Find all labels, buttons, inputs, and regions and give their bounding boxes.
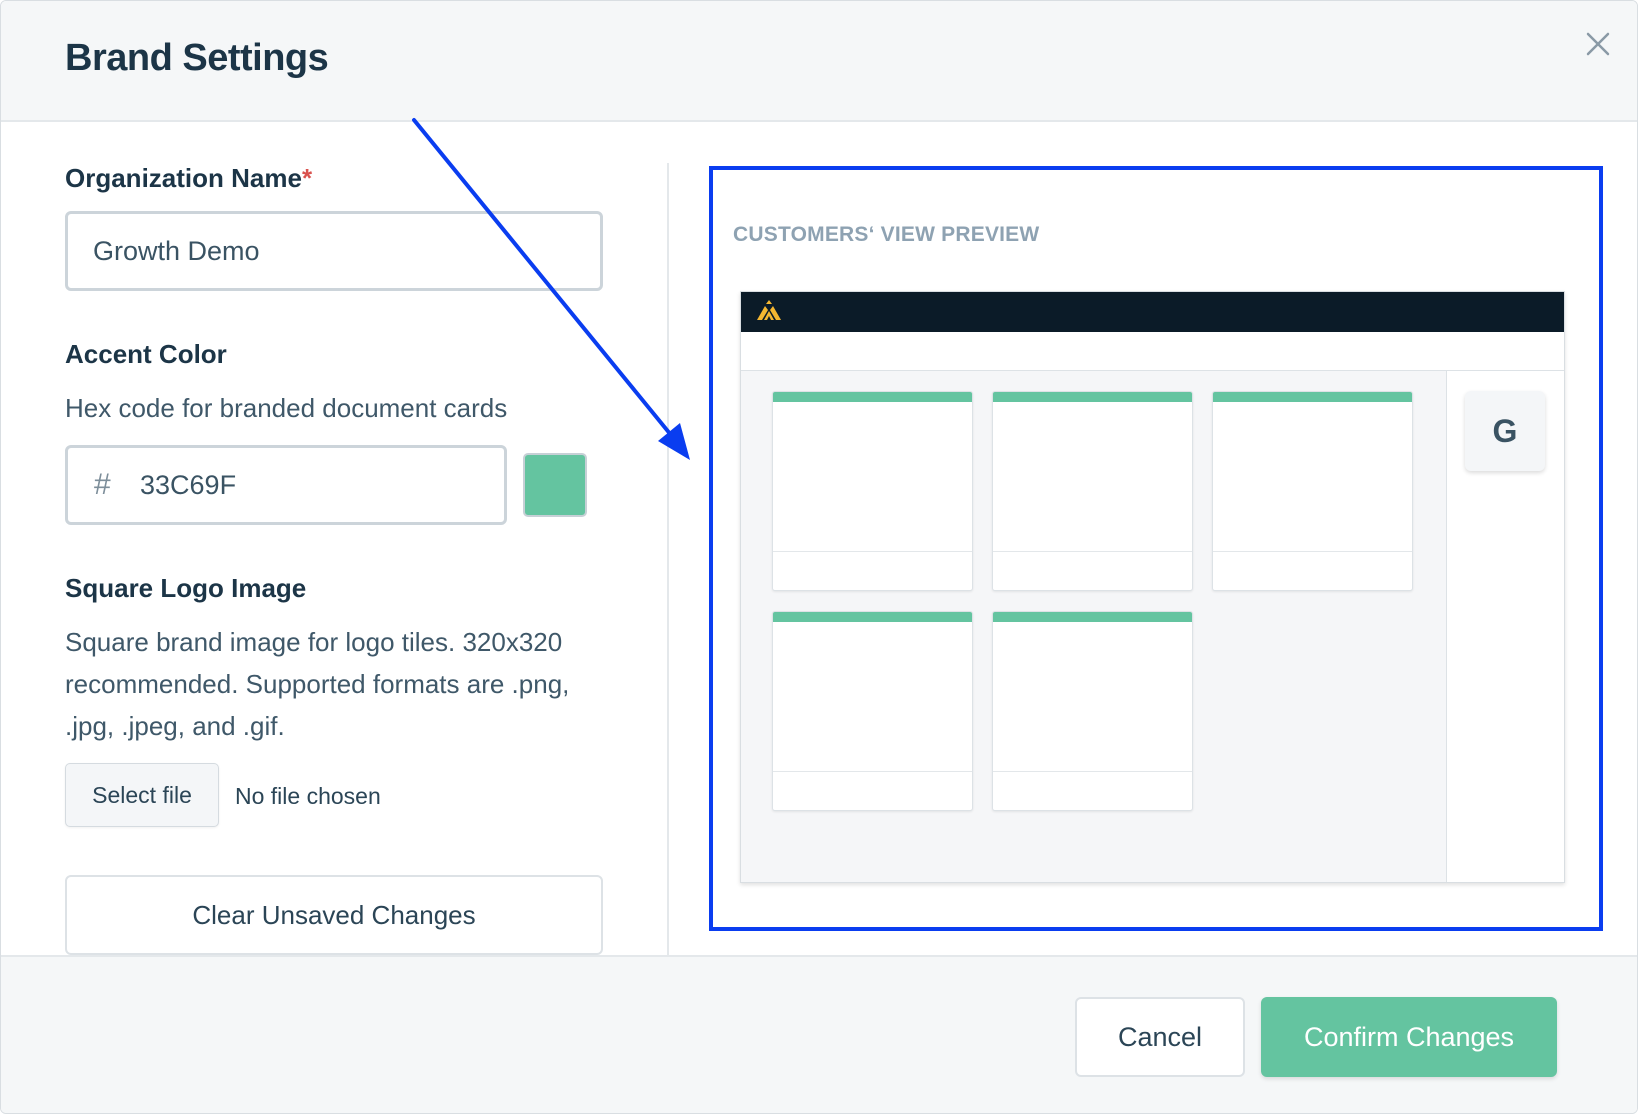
accent-color-helper: Hex code for branded document cards <box>65 393 508 423</box>
preview-document-card <box>772 611 973 811</box>
card-footer <box>993 551 1192 590</box>
accent-color-input[interactable]: # 33C69F <box>65 445 507 525</box>
confirm-changes-button[interactable]: Confirm Changes <box>1261 997 1557 1077</box>
accent-color-value: 33C69F <box>140 470 237 500</box>
card-footer <box>773 771 972 810</box>
card-accent-bar <box>773 392 972 402</box>
close-icon[interactable] <box>1583 29 1613 59</box>
select-file-button[interactable]: Select file <box>65 763 219 827</box>
card-accent-bar <box>993 392 1192 402</box>
preview-document-card <box>992 391 1193 591</box>
preview-subbar <box>741 332 1564 371</box>
clear-unsaved-changes-button[interactable]: Clear Unsaved Changes <box>65 875 603 955</box>
card-accent-bar <box>1213 392 1412 402</box>
avatar: G <box>1465 391 1545 471</box>
card-accent-bar <box>773 612 972 622</box>
brand-settings-modal: Brand Settings Organization Name* Growth… <box>0 0 1638 1114</box>
preview-document-card <box>772 391 973 591</box>
card-footer <box>1213 551 1412 590</box>
required-mark: * <box>301 163 313 193</box>
accent-color-swatch[interactable] <box>523 453 587 517</box>
preview-document-card <box>1212 391 1413 591</box>
modal-footer: Cancel Confirm Changes <box>1 955 1637 1113</box>
accent-color-label: Accent Color <box>65 339 227 369</box>
org-name-value: Growth Demo <box>93 236 260 266</box>
org-name-input[interactable]: Growth Demo <box>65 211 603 291</box>
card-footer <box>773 551 972 590</box>
hash-prefix: # <box>94 468 111 501</box>
org-name-label: Organization Name* <box>65 163 313 193</box>
customers-view-preview: G <box>740 291 1565 883</box>
card-footer <box>993 771 1192 810</box>
file-status: No file chosen <box>235 783 381 809</box>
cancel-button[interactable]: Cancel <box>1075 997 1245 1077</box>
logo-helper: Square brand image for logo tiles. 320x3… <box>65 627 570 741</box>
column-divider <box>667 163 669 955</box>
preview-topbar <box>741 292 1564 332</box>
preview-document-card <box>992 611 1193 811</box>
modal-header: Brand Settings <box>1 1 1637 122</box>
card-accent-bar <box>993 612 1192 622</box>
brand-logo-icon <box>755 300 783 324</box>
modal-title: Brand Settings <box>65 37 329 79</box>
preview-sidebar: G <box>1446 371 1564 882</box>
preview-heading: CUSTOMERS‘ VIEW PREVIEW <box>733 223 1040 246</box>
logo-label: Square Logo Image <box>65 573 307 603</box>
